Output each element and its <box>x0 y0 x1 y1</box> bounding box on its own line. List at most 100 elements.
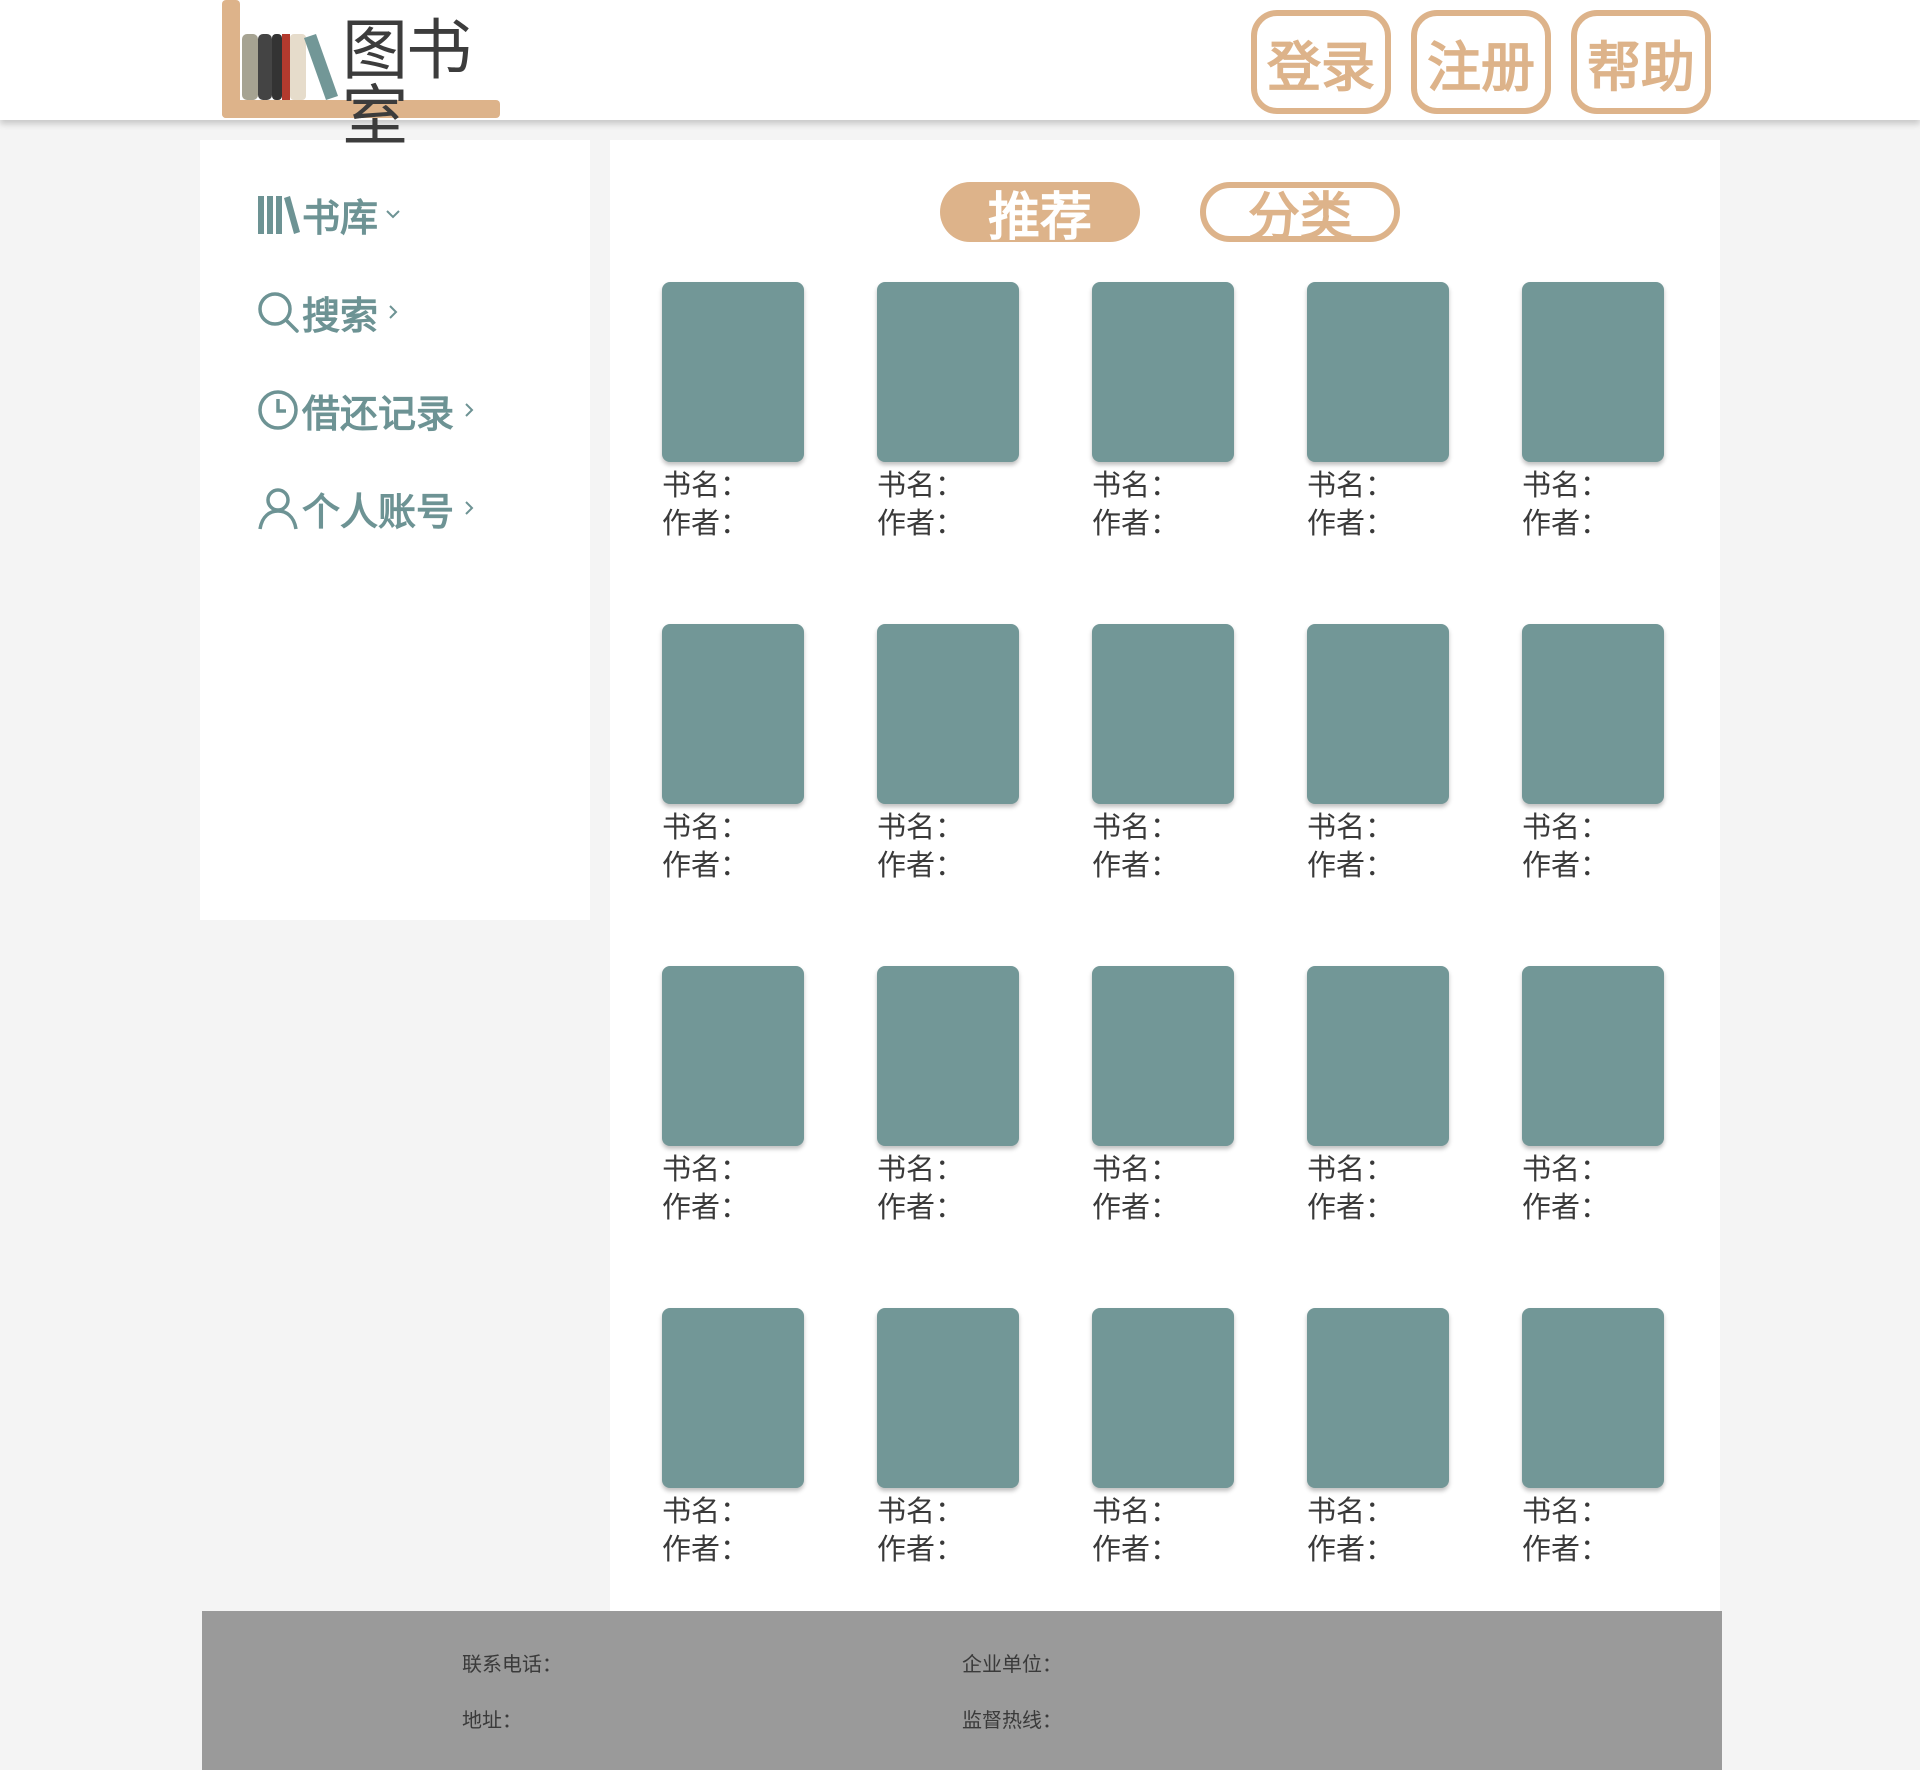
book-card[interactable]: 书名： 作者： <box>877 624 1019 884</box>
book-cover[interactable] <box>662 966 804 1146</box>
chevron-right-icon <box>389 305 398 319</box>
book-card[interactable]: 书名： 作者： <box>877 1308 1019 1568</box>
book-meta: 书名： 作者： <box>1307 466 1449 542</box>
book-meta: 书名： 作者： <box>1092 1492 1234 1568</box>
footer-phone-label: 联系电话： <box>462 1652 562 1676</box>
book-title-label: 书名： <box>1092 1494 1180 1528</box>
book-cover[interactable] <box>1092 966 1234 1146</box>
book-meta: 书名： 作者： <box>877 466 1019 542</box>
book-meta: 书名： 作者： <box>662 1150 804 1226</box>
book-cover[interactable] <box>1307 624 1449 804</box>
book-card[interactable]: 书名： 作者： <box>1092 624 1234 884</box>
book-author-label: 作者： <box>662 848 750 882</box>
book-card[interactable]: 书名： 作者： <box>1307 624 1449 884</box>
sidebar-item-library[interactable]: 书库 <box>256 186 402 242</box>
book-author-label: 作者： <box>1092 1190 1180 1224</box>
book-cover[interactable] <box>662 1308 804 1488</box>
book-author-label: 作者： <box>1307 1190 1395 1224</box>
book-meta: 书名： 作者： <box>662 808 804 884</box>
book-card[interactable]: 书名： 作者： <box>662 966 804 1226</box>
footer-company-label: 企业单位： <box>962 1652 1062 1676</box>
book-cover[interactable] <box>877 624 1019 804</box>
book-meta: 书名： 作者： <box>1307 808 1449 884</box>
chevron-right-icon <box>465 501 474 515</box>
book-cover[interactable] <box>662 282 804 462</box>
book-meta: 书名： 作者： <box>1522 808 1664 884</box>
book-meta: 书名： 作者： <box>1092 466 1234 542</box>
book-card[interactable]: 书名： 作者： <box>662 1308 804 1568</box>
book-meta: 书名： 作者： <box>877 1492 1019 1568</box>
book-author-label: 作者： <box>1307 848 1395 882</box>
book-author-label: 作者： <box>1522 1190 1610 1224</box>
book-meta: 书名： 作者： <box>1307 1492 1449 1568</box>
login-button[interactable]: 登录 <box>1251 10 1391 114</box>
book-title-label: 书名： <box>1307 1494 1395 1528</box>
book-meta: 书名： 作者： <box>662 466 804 542</box>
book-title-label: 书名： <box>662 810 750 844</box>
book-card[interactable]: 书名： 作者： <box>1092 1308 1234 1568</box>
book-card[interactable]: 书名： 作者： <box>662 624 804 884</box>
book-cover[interactable] <box>877 966 1019 1146</box>
book-cover[interactable] <box>877 282 1019 462</box>
book-cover[interactable] <box>1307 282 1449 462</box>
help-button[interactable]: 帮助 <box>1571 10 1711 114</box>
book-cover[interactable] <box>1092 282 1234 462</box>
book-cover[interactable] <box>1307 966 1449 1146</box>
book-author-label: 作者： <box>662 1190 750 1224</box>
books-icon <box>256 192 300 236</box>
book-card[interactable]: 书名： 作者： <box>1307 1308 1449 1568</box>
sidebar-item-account[interactable]: 个人账号 <box>256 480 478 536</box>
book-title-label: 书名： <box>1307 468 1395 502</box>
book-meta: 书名： 作者： <box>662 1492 804 1568</box>
register-button[interactable]: 注册 <box>1411 10 1551 114</box>
book-cover[interactable] <box>1092 624 1234 804</box>
book-card[interactable]: 书名： 作者： <box>877 282 1019 542</box>
book-card[interactable]: 书名： 作者： <box>1092 282 1234 542</box>
book-cover[interactable] <box>1522 966 1664 1146</box>
book-author-label: 作者： <box>1307 506 1395 540</box>
footer-address-label: 地址： <box>462 1708 522 1732</box>
book-author-label: 作者： <box>1522 506 1610 540</box>
book-title-label: 书名： <box>1522 468 1610 502</box>
book-card[interactable]: 书名： 作者： <box>1522 282 1664 542</box>
book-meta: 书名： 作者： <box>1522 1150 1664 1226</box>
book-card[interactable]: 书名： 作者： <box>662 282 804 542</box>
book-author-label: 作者： <box>877 506 965 540</box>
book-card[interactable]: 书名： 作者： <box>1522 966 1664 1226</box>
tab-category[interactable]: 分类 <box>1200 182 1400 248</box>
sidebar-item-search[interactable]: 搜索 <box>256 284 402 340</box>
logo[interactable]: 图书室 <box>220 0 500 150</box>
book-title-label: 书名： <box>1307 1152 1395 1186</box>
book-meta: 书名： 作者： <box>877 808 1019 884</box>
sidebar-item-label: 搜索 <box>302 293 379 338</box>
book-author-label: 作者： <box>877 1190 965 1224</box>
sidebar-item-borrow-history[interactable]: 借还记录 <box>256 382 478 438</box>
book-author-label: 作者： <box>1307 1532 1395 1566</box>
book-title-label: 书名： <box>877 468 965 502</box>
search-icon <box>256 290 300 334</box>
book-card[interactable]: 书名： 作者： <box>1522 624 1664 884</box>
book-cover[interactable] <box>1522 1308 1664 1488</box>
book-meta: 书名： 作者： <box>877 1150 1019 1226</box>
book-card[interactable]: 书名： 作者： <box>877 966 1019 1226</box>
book-title-label: 书名： <box>877 810 965 844</box>
tab-recommend[interactable]: 推荐 <box>940 182 1140 248</box>
book-author-label: 作者： <box>877 848 965 882</box>
book-cover[interactable] <box>1307 1308 1449 1488</box>
book-author-label: 作者： <box>662 506 750 540</box>
book-title-label: 书名： <box>877 1494 965 1528</box>
book-card[interactable]: 书名： 作者： <box>1092 966 1234 1226</box>
book-cover[interactable] <box>1092 1308 1234 1488</box>
book-card[interactable]: 书名： 作者： <box>1522 1308 1664 1568</box>
logo-text: 图书室 <box>342 12 472 155</box>
book-cover[interactable] <box>662 624 804 804</box>
chevron-right-icon <box>465 403 474 417</box>
book-cover[interactable] <box>1522 624 1664 804</box>
book-cover[interactable] <box>877 1308 1019 1488</box>
book-card[interactable]: 书名： 作者： <box>1307 966 1449 1226</box>
user-icon <box>256 486 300 530</box>
book-card[interactable]: 书名： 作者： <box>1307 282 1449 542</box>
book-cover[interactable] <box>1522 282 1664 462</box>
clock-icon <box>256 388 300 432</box>
book-title-label: 书名： <box>662 468 750 502</box>
